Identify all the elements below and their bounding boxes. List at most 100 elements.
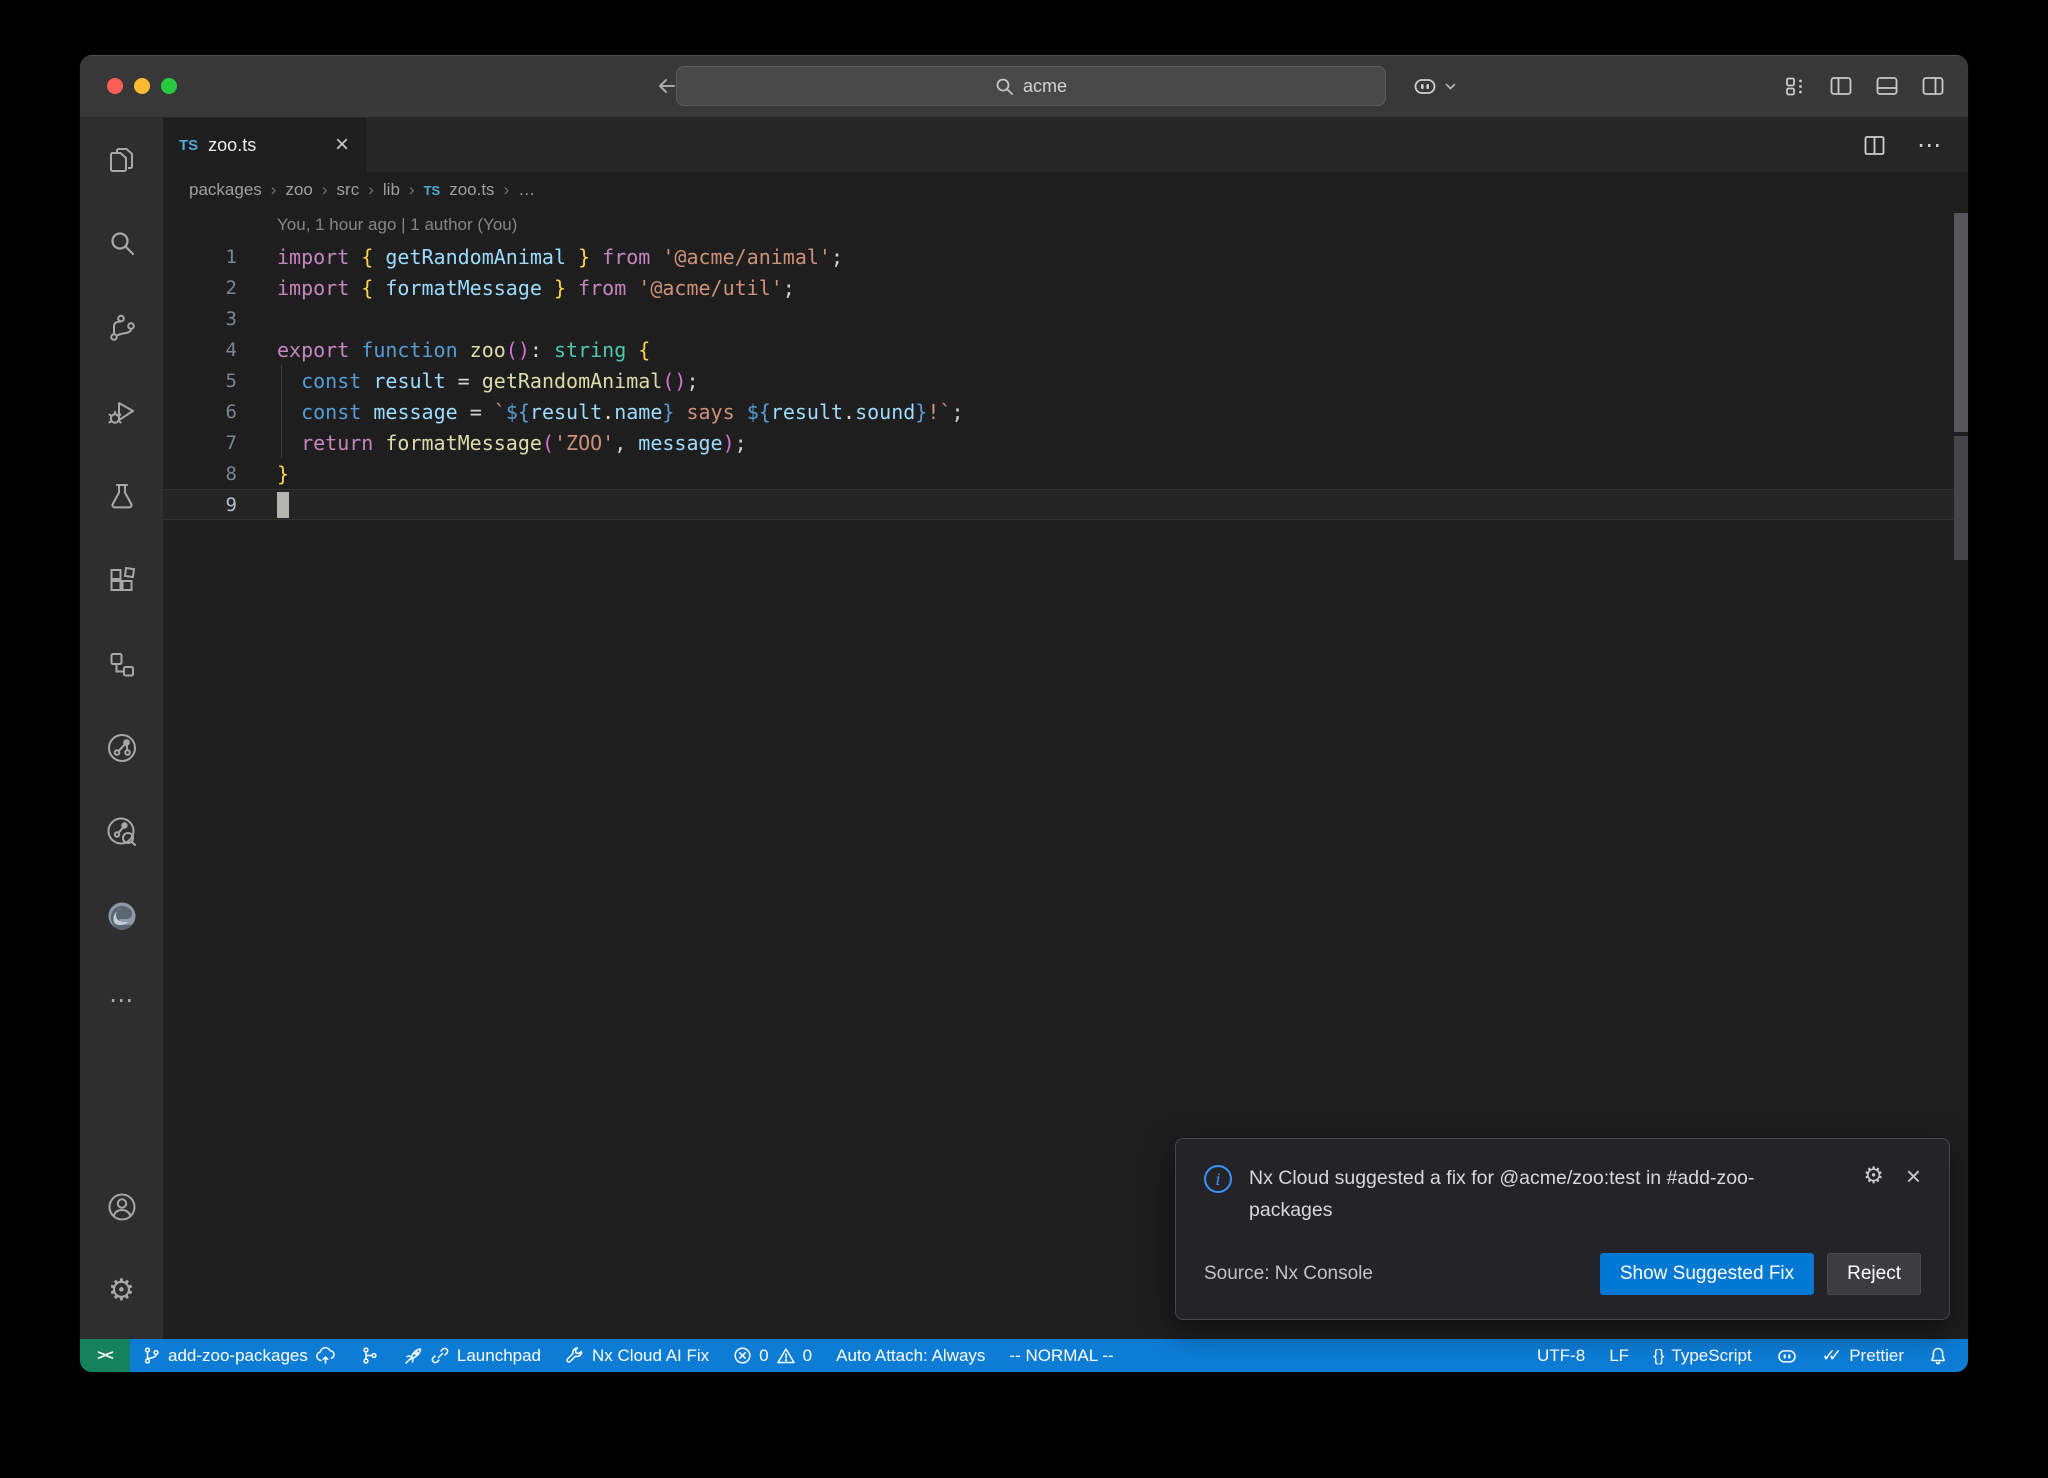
more-actions-icon[interactable]: ⋯ — [1917, 131, 1942, 160]
vim-mode-item[interactable]: -- NORMAL -- — [997, 1339, 1125, 1372]
code-text: const result = getRandomAnimal(); — [277, 369, 699, 393]
nx-cloud-ai-fix-item[interactable]: Nx Cloud AI Fix — [553, 1339, 721, 1372]
breadcrumb-file[interactable]: zoo.ts — [449, 180, 494, 200]
reject-button[interactable]: Reject — [1827, 1253, 1921, 1295]
source-control-icon[interactable] — [80, 286, 163, 370]
breadcrumb-separator: › — [409, 180, 415, 200]
breadcrumb: packages › zoo › src › lib › TS zoo.ts › … — [163, 172, 1968, 208]
code-line-6[interactable]: 6 const message = `${result.name} says $… — [163, 396, 1968, 427]
copilot-status-item[interactable] — [1764, 1339, 1810, 1372]
line-number: 8 — [163, 463, 277, 485]
encoding-item[interactable]: UTF-8 — [1525, 1339, 1597, 1372]
extensions-icon[interactable] — [80, 538, 163, 622]
breadcrumb-item-lib[interactable]: lib — [383, 180, 400, 200]
wrench-icon — [565, 1346, 585, 1366]
nx-graph-search-icon[interactable] — [80, 790, 163, 874]
code-text: import { getRandomAnimal } from '@acme/a… — [277, 245, 843, 269]
editor-scrollbar-track[interactable] — [1954, 436, 1968, 560]
code-text: import { formatMessage } from '@acme/uti… — [277, 276, 795, 300]
code-text — [277, 491, 289, 518]
status-bar: >< add-zoo-packages Launchpad — [80, 1339, 1968, 1372]
line-number: 6 — [163, 401, 277, 423]
chevron-down-icon — [1444, 80, 1457, 93]
split-editor-icon[interactable] — [1862, 133, 1887, 158]
edge-tools-icon[interactable] — [80, 874, 163, 958]
search-icon — [995, 77, 1014, 96]
code-line-3[interactable]: 3 — [163, 303, 1968, 334]
toggle-panel-icon[interactable] — [1874, 73, 1900, 99]
accounts-icon[interactable] — [80, 1165, 163, 1249]
run-and-debug-icon[interactable] — [80, 370, 163, 454]
close-window-button[interactable] — [107, 78, 123, 94]
notification-settings-gear-icon[interactable]: ⚙ — [1863, 1163, 1884, 1189]
line-number: 1 — [163, 246, 277, 268]
command-center-search[interactable]: acme — [676, 66, 1386, 106]
bell-dot-icon — [1928, 1346, 1948, 1366]
breadcrumb-separator: › — [322, 180, 328, 200]
editor-scrollbar[interactable] — [1954, 213, 1968, 432]
line-number: 3 — [163, 308, 277, 330]
breadcrumb-separator: › — [368, 180, 374, 200]
breadcrumb-separator: › — [504, 180, 510, 200]
code-line-1[interactable]: 1import { getRandomAnimal } from '@acme/… — [163, 241, 1968, 272]
copilot-icon — [1776, 1345, 1798, 1367]
hierarchy-icon[interactable] — [80, 622, 163, 706]
titlebar: acme — [80, 55, 1968, 118]
code-line-4[interactable]: 4export function zoo(): string { — [163, 334, 1968, 365]
customize-layout-icon[interactable] — [1783, 74, 1808, 99]
indent-guide — [281, 365, 282, 458]
explorer-icon[interactable] — [80, 118, 163, 202]
show-suggested-fix-button[interactable]: Show Suggested Fix — [1600, 1253, 1814, 1295]
code-text: const message = `${result.name} says ${r… — [277, 400, 963, 424]
code-line-2[interactable]: 2import { formatMessage } from '@acme/ut… — [163, 272, 1968, 303]
eol-item[interactable]: LF — [1597, 1339, 1641, 1372]
notification-message: Nx Cloud suggested a fix for @acme/zoo:t… — [1249, 1163, 1814, 1226]
copilot-menu-button[interactable] — [1412, 55, 1457, 117]
notification-source: Source: Nx Console — [1204, 1263, 1373, 1285]
source-control-graph-item[interactable] — [348, 1339, 391, 1372]
minimize-window-button[interactable] — [134, 78, 150, 94]
code-line-9[interactable]: 9 — [163, 489, 1968, 520]
breadcrumb-separator: › — [271, 180, 277, 200]
breadcrumb-item-zoo[interactable]: zoo — [285, 180, 312, 200]
tab-zoo-ts[interactable]: TS zoo.ts × — [163, 118, 366, 172]
vscode-window: acme — [80, 55, 1968, 1372]
git-branch-icon — [142, 1346, 161, 1365]
copilot-icon — [1412, 73, 1438, 99]
more-views-icon[interactable]: ⋯ — [80, 958, 163, 1042]
auto-attach-item[interactable]: Auto Attach: Always — [824, 1339, 997, 1372]
activity-bar: ⋯ ⚙ — [80, 118, 163, 1339]
code-line-7[interactable]: 7 return formatMessage('ZOO', message); — [163, 427, 1968, 458]
toggle-secondary-sidebar-icon[interactable] — [1920, 73, 1946, 99]
launchpad-item[interactable]: Launchpad — [391, 1339, 553, 1372]
line-number: 7 — [163, 432, 277, 454]
traffic-lights — [107, 78, 177, 94]
code-line-8[interactable]: 8} — [163, 458, 1968, 489]
notifications-bell-item[interactable] — [1916, 1339, 1960, 1372]
formatter-item[interactable]: ✓✓ Prettier — [1810, 1339, 1916, 1372]
testing-icon[interactable] — [80, 454, 163, 538]
tab-label: zoo.ts — [208, 135, 256, 156]
code-line-5[interactable]: 5 const result = getRandomAnimal(); — [163, 365, 1968, 396]
close-tab-icon[interactable]: × — [335, 133, 349, 157]
toggle-primary-sidebar-icon[interactable] — [1828, 73, 1854, 99]
tab-bar: TS zoo.ts × ⋯ — [163, 118, 1968, 172]
publish-cloud-icon — [315, 1346, 336, 1365]
search-value: acme — [1023, 76, 1067, 97]
breadcrumb-item-src[interactable]: src — [337, 180, 360, 200]
notification-close-icon[interactable]: × — [1906, 1163, 1921, 1189]
line-number: 9 — [163, 494, 277, 516]
settings-gear-icon[interactable]: ⚙ — [80, 1249, 163, 1333]
breadcrumb-item-packages[interactable]: packages — [189, 180, 262, 200]
git-branch-item[interactable]: add-zoo-packages — [130, 1339, 348, 1372]
breadcrumb-symbol-more[interactable]: … — [518, 180, 535, 200]
nx-console-icon[interactable] — [80, 706, 163, 790]
problems-item[interactable]: 0 0 — [721, 1339, 824, 1372]
language-mode-item[interactable]: {} TypeScript — [1641, 1339, 1764, 1372]
zoom-window-button[interactable] — [161, 78, 177, 94]
remote-indicator[interactable]: >< — [80, 1339, 130, 1372]
typescript-file-icon: TS — [424, 183, 441, 198]
typescript-file-icon: TS — [179, 137, 198, 154]
code-text: } — [277, 462, 289, 486]
search-view-icon[interactable] — [80, 202, 163, 286]
